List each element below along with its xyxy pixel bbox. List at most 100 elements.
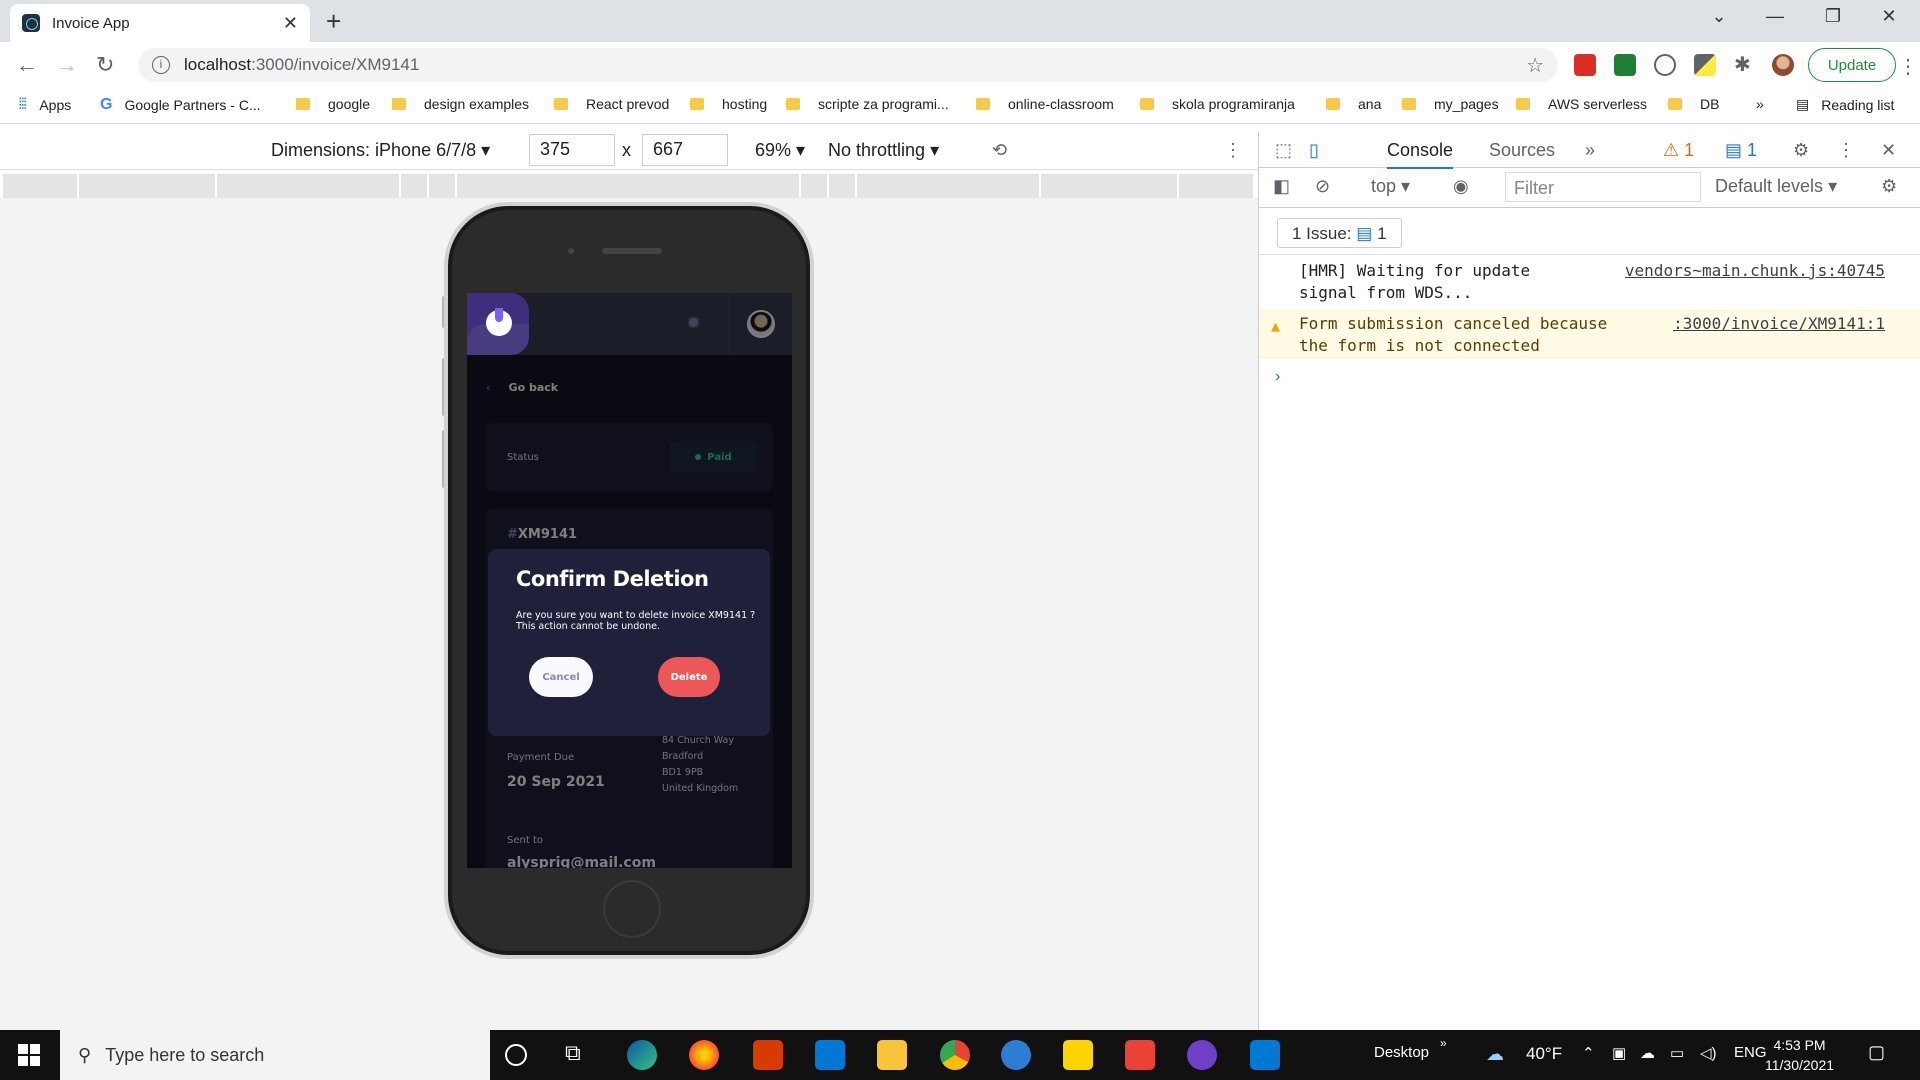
device-select[interactable]: Dimensions: iPhone 6/7/8 ▾ (271, 140, 490, 161)
context-select[interactable]: top ▾ (1371, 176, 1410, 197)
meet-now-icon[interactable]: ▣ (1612, 1044, 1626, 1062)
update-button[interactable]: Update (1808, 48, 1896, 82)
device-toolbar-menu-icon[interactable]: ⋮ (1224, 140, 1242, 161)
throttling-select[interactable]: No throttling ▾ (828, 140, 939, 161)
chrome-icon[interactable] (940, 1040, 970, 1070)
cancel-button[interactable]: Cancel (529, 657, 593, 697)
github-desktop-icon[interactable] (1187, 1040, 1217, 1070)
bookmark-my-pages[interactable]: my_pages (1402, 96, 1499, 112)
volume-speaker-icon[interactable]: ◁) (1700, 1044, 1717, 1062)
tab-search-chevron-icon[interactable]: ⌄ (1696, 6, 1742, 27)
media-query-ruler[interactable] (3, 174, 1253, 198)
viewport-height-input[interactable]: 667 (642, 134, 728, 166)
input-language[interactable]: ENG (1734, 1044, 1767, 1061)
bookmark-apps[interactable]: ⁞⁞⁞ Apps (18, 96, 71, 114)
firefox-icon[interactable] (689, 1040, 719, 1070)
sticky-notes-icon[interactable] (1063, 1040, 1093, 1070)
file-explorer-icon[interactable] (877, 1040, 907, 1070)
devtools-menu-icon[interactable]: ⋮ (1837, 140, 1855, 161)
cortana-icon[interactable] (505, 1044, 527, 1066)
minimize-window-button[interactable]: — (1752, 6, 1798, 27)
bookmark-google[interactable]: google (296, 96, 370, 112)
restore-window-button[interactable]: ❐ (1810, 6, 1856, 27)
desktop-toolbar-label[interactable]: Desktop (1374, 1044, 1429, 1061)
onedrive-cloud-icon[interactable]: ☁ (1640, 1044, 1655, 1062)
tab-sources[interactable]: Sources (1489, 140, 1555, 161)
reading-list-button[interactable]: ▤ Reading list (1796, 96, 1894, 113)
reload-icon[interactable]: ↻ (96, 52, 114, 78)
bookmark-aws-serverless[interactable]: AWS serverless (1516, 96, 1647, 112)
site-info-icon[interactable]: i (152, 56, 170, 74)
address-bar[interactable]: i localhost:3000/invoice/XM9141 ☆ (138, 48, 1558, 82)
windows-start-icon[interactable] (18, 1044, 40, 1066)
warnings-counter[interactable]: ⚠ 1 (1663, 140, 1694, 161)
excel-extension-icon[interactable] (1614, 54, 1636, 76)
device-toolbar-toggle-icon[interactable]: ▯ (1309, 140, 1319, 161)
settings-gear-icon[interactable]: ⚙ (1793, 140, 1809, 161)
extension-red-icon[interactable] (1574, 54, 1596, 76)
google-icon: G (100, 96, 113, 113)
console-filter-input[interactable]: Filter (1505, 172, 1701, 202)
bookmark-label: design examples (424, 96, 530, 112)
bookmark-hosting[interactable]: hosting (690, 96, 767, 112)
delete-button[interactable]: Delete (658, 657, 720, 697)
bookmark-react-prevod[interactable]: React prevod (554, 96, 669, 112)
forward-arrow-icon[interactable]: → (56, 52, 78, 78)
vscode-icon[interactable] (1250, 1040, 1280, 1070)
bookmark-star-icon[interactable]: ☆ (1526, 53, 1544, 78)
log-levels-select[interactable]: Default levels ▾ (1715, 176, 1837, 197)
weather-temperature[interactable]: 40°F (1526, 1044, 1562, 1064)
profile-avatar-icon[interactable] (1772, 54, 1794, 76)
taskbar-clock[interactable]: 4:53 PM 11/30/2021 (1765, 1035, 1834, 1075)
folder-icon (786, 98, 800, 110)
console-source-link[interactable]: :3000/invoice/XM9141:1 (1673, 313, 1885, 335)
more-bookmarks-button[interactable]: » (1756, 96, 1764, 112)
bookmark-label: DB (1700, 96, 1720, 112)
issues-button[interactable]: 1 Issue: ▤ 1 (1277, 218, 1402, 248)
tab-console[interactable]: Console (1387, 140, 1454, 169)
new-tab-button[interactable]: + (326, 6, 341, 37)
more-tabs-button[interactable]: » (1585, 140, 1595, 161)
zoom-select[interactable]: 69% ▾ (755, 140, 805, 161)
warnings-count: 1 (1684, 140, 1695, 160)
clear-console-icon[interactable]: ⊘ (1315, 176, 1330, 197)
close-tab-icon[interactable]: ✕ (283, 13, 298, 34)
weather-cloud-icon[interactable]: ☁ (1486, 1044, 1504, 1065)
phone-home-button (603, 880, 661, 938)
mail-icon[interactable] (815, 1040, 845, 1070)
bookmark-google-partners[interactable]: G Google Partners - C... (100, 96, 261, 114)
console-prompt-chevron-icon[interactable]: › (1275, 368, 1280, 386)
console-source-link[interactable]: vendors~main.chunk.js:40745 (1625, 260, 1885, 282)
console-settings-gear-icon[interactable]: ⚙ (1881, 176, 1897, 197)
bookmark-scripte[interactable]: scripte za programi... (786, 96, 949, 112)
taskbar-search-box[interactable]: ⚲ Type here to search (60, 1030, 490, 1080)
live-expression-eye-icon[interactable]: ◉ (1453, 176, 1469, 197)
viewport-width-input[interactable]: 375 (529, 134, 615, 166)
bookmark-online-classroom[interactable]: online-classroom (976, 96, 1114, 112)
close-devtools-icon[interactable]: ✕ (1881, 140, 1896, 161)
rotate-icon[interactable]: ⟲ (992, 140, 1007, 161)
color-picker-extension-icon[interactable] (1694, 54, 1716, 76)
bookmark-skola[interactable]: skola programiranja (1140, 96, 1295, 112)
battery-icon[interactable]: ▭ (1670, 1044, 1684, 1062)
gmail-icon[interactable] (1125, 1040, 1155, 1070)
office-icon[interactable] (753, 1040, 783, 1070)
back-arrow-icon[interactable]: ← (16, 52, 38, 78)
bookmark-ana[interactable]: ana (1326, 96, 1381, 112)
desktop-toolbar-more-icon[interactable]: » (1440, 1036, 1447, 1050)
edge-browser-icon[interactable] (627, 1040, 657, 1070)
task-view-icon[interactable]: ⧉ (565, 1040, 595, 1070)
inspect-element-icon[interactable]: ⬚ (1275, 140, 1292, 161)
bookmark-db[interactable]: DB (1668, 96, 1719, 112)
extension-circle-icon[interactable] (1654, 54, 1676, 76)
browser-tab[interactable]: Invoice App ✕ (10, 4, 310, 42)
close-window-button[interactable]: ✕ (1866, 6, 1912, 27)
notifications-icon[interactable]: ▢ (1868, 1042, 1885, 1063)
paint-icon[interactable] (1001, 1040, 1031, 1070)
messages-counter[interactable]: ▤ 1 (1725, 140, 1757, 161)
show-hidden-icons-chevron-icon[interactable]: ⌃ (1582, 1044, 1595, 1062)
sidebar-toggle-icon[interactable]: ◧ (1273, 176, 1290, 197)
extensions-puzzle-icon[interactable]: ✱ (1734, 54, 1756, 76)
bookmark-design-examples[interactable]: design examples (392, 96, 529, 112)
browser-menu-icon[interactable]: ⋮ (1898, 54, 1918, 79)
